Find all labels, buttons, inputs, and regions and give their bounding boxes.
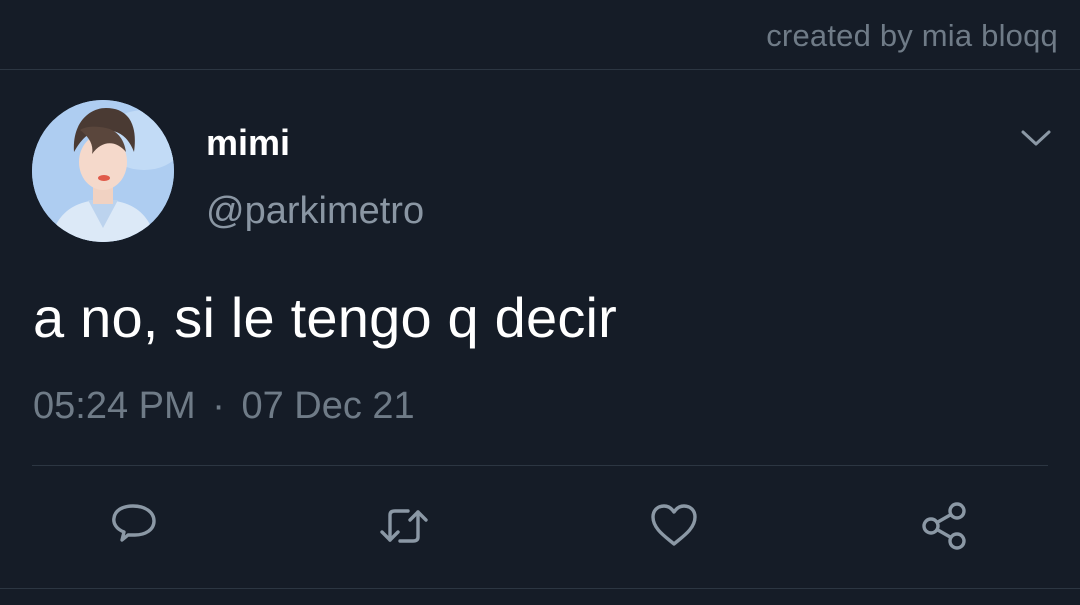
avatar[interactable] [32, 100, 174, 242]
tweet-date: 07 Dec 21 [241, 385, 415, 427]
avatar-photo [32, 100, 174, 242]
chevron-down-icon[interactable] [1018, 124, 1054, 152]
like-icon[interactable] [648, 500, 700, 552]
divider [32, 465, 1048, 466]
retweet-icon[interactable] [378, 500, 430, 552]
author-handle[interactable]: @parkimetro [206, 190, 424, 233]
reply-icon[interactable] [108, 500, 160, 552]
tweet-screen: created by mia bloqq mimi @parkimetro a … [0, 0, 1080, 605]
tweet-timestamp: 05:24 PM · 07 Dec 21 [33, 385, 415, 428]
timestamp-separator: · [212, 385, 225, 427]
watermark-credit: created by mia bloqq [766, 18, 1058, 53]
share-icon[interactable] [918, 500, 970, 552]
top-bar: created by mia bloqq [0, 0, 1080, 70]
tweet-text: a no, si le tengo q decir [33, 286, 618, 349]
bottom-divider [0, 588, 1080, 589]
author-display-name[interactable]: mimi [206, 122, 290, 164]
tweet-time: 05:24 PM [33, 385, 196, 427]
